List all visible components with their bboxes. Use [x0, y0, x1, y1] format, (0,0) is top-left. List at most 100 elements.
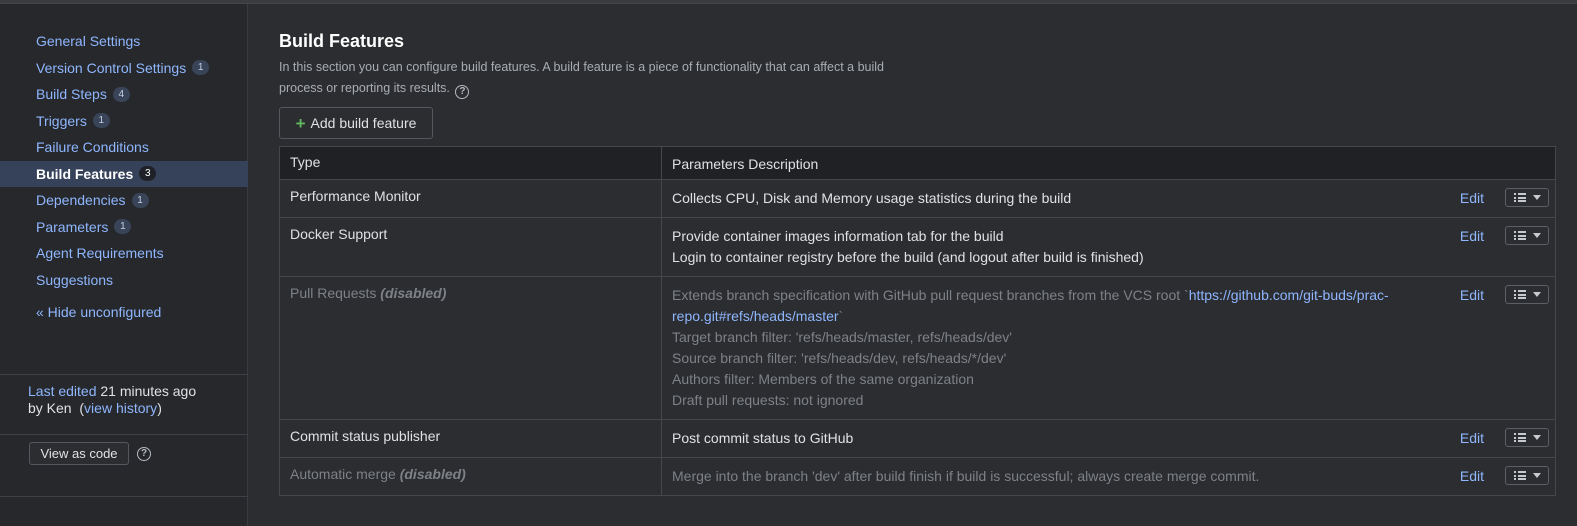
row-actions: Edit	[1460, 285, 1549, 304]
description-line: Merge into the branch 'dev' after build …	[672, 468, 1260, 484]
feature-description: Provide container images information tab…	[662, 218, 1555, 276]
sidebar-item-label: Dependencies	[36, 192, 126, 209]
table-row: Performance Monitor Collects CPU, Disk a…	[280, 179, 1555, 217]
description-lead: Extends branch specification with GitHub…	[672, 287, 1189, 303]
main-content: Build Features In this section you can c…	[249, 4, 1577, 526]
column-header-type: Type	[280, 147, 662, 179]
edit-link[interactable]: Edit	[1460, 228, 1484, 244]
sidebar-item-general-settings[interactable]: General Settings	[0, 28, 248, 55]
sidebar-item-label: Suggestions	[36, 271, 114, 288]
feature-description: Merge into the branch 'dev' after build …	[662, 458, 1555, 495]
chevron-down-icon	[1532, 292, 1541, 297]
description-line: Post commit status to GitHub	[672, 430, 854, 446]
feature-type: Docker Support	[280, 218, 662, 276]
description-line: Source branch filter: 'refs/heads/dev, r…	[672, 350, 1007, 366]
description-line: Collects CPU, Disk and Memory usage stat…	[672, 190, 1072, 206]
plus-icon: +	[295, 113, 306, 133]
view-as-code-button[interactable]: View as code	[29, 442, 129, 465]
description-text: In this section you can configure build …	[279, 60, 885, 95]
feature-type: Performance Monitor	[280, 180, 662, 217]
settings-nav: General Settings Version Control Setting…	[0, 28, 248, 293]
last-edited-time: 21 minutes ago	[100, 383, 197, 399]
last-edited-by: by Ken	[28, 400, 72, 416]
help-icon[interactable]: ?	[455, 85, 470, 99]
row-actions: Edit	[1460, 188, 1549, 207]
row-menu-button[interactable]	[1505, 226, 1549, 245]
list-icon	[1513, 433, 1526, 442]
sidebar-item-label: Failure Conditions	[36, 139, 149, 156]
last-edited-info: Last edited 21 minutes ago by Ken (view …	[28, 383, 197, 416]
row-menu-button[interactable]	[1505, 466, 1549, 485]
edit-link[interactable]: Edit	[1460, 430, 1484, 446]
divider	[0, 496, 248, 497]
count-badge: 4	[112, 86, 130, 102]
description-line: Target branch filter: 'refs/heads/master…	[672, 329, 1012, 345]
sidebar-item-failure-conditions[interactable]: Failure Conditions	[0, 134, 248, 161]
divider	[0, 434, 248, 435]
feature-description: Post commit status to GitHub	[662, 420, 1555, 457]
row-menu-button[interactable]	[1505, 188, 1549, 207]
table-row: Docker Support Provide container images …	[280, 217, 1555, 276]
edit-link[interactable]: Edit	[1460, 190, 1484, 206]
feature-type: Automatic merge (disabled)	[280, 458, 662, 495]
count-badge: 1	[131, 192, 149, 208]
help-icon[interactable]: ?	[137, 447, 151, 461]
sidebar-item-agent-requirements[interactable]: Agent Requirements	[0, 240, 248, 267]
table-row: Pull Requests (disabled) Extends branch …	[280, 276, 1555, 419]
sidebar-item-label: Build Steps	[36, 86, 107, 103]
sidebar-item-label: Agent Requirements	[36, 245, 164, 262]
sidebar-item-label: Version Control Settings	[36, 59, 187, 76]
sidebar-item-build-steps[interactable]: Build Steps 4	[0, 81, 248, 108]
table-row: Commit status publisher Post commit stat…	[280, 419, 1555, 457]
edit-link[interactable]: Edit	[1460, 287, 1484, 303]
add-build-feature-label: Add build feature	[310, 115, 417, 131]
feature-type-label: Automatic merge	[290, 466, 396, 482]
chevron-down-icon	[1532, 473, 1541, 478]
last-edited-link[interactable]: Last edited	[28, 383, 97, 399]
sidebar-item-parameters[interactable]: Parameters 1	[0, 214, 248, 241]
hide-unconfigured-link[interactable]: « Hide unconfigured	[36, 304, 161, 320]
section-description: In this section you can configure build …	[279, 57, 919, 99]
description-line: Provide container images information tab…	[672, 228, 1004, 244]
count-badge: 1	[192, 60, 210, 76]
description-line: Authors filter: Members of the same orga…	[672, 371, 974, 387]
table-header: Type Parameters Description	[280, 147, 1555, 179]
description-line: Extends branch specification with GitHub…	[672, 285, 1405, 327]
row-actions: Edit	[1460, 226, 1549, 245]
description-lead-end: `	[838, 308, 844, 324]
list-icon	[1513, 471, 1526, 480]
sidebar-item-build-features[interactable]: Build Features 3	[0, 160, 248, 187]
sidebar-item-triggers[interactable]: Triggers 1	[0, 108, 248, 135]
edit-link[interactable]: Edit	[1460, 468, 1484, 484]
row-menu-button[interactable]	[1505, 428, 1549, 447]
feature-type-label: Pull Requests	[290, 285, 377, 301]
sidebar-item-label: Parameters	[36, 218, 109, 235]
disabled-tag: (disabled)	[380, 285, 447, 301]
sidebar-item-suggestions[interactable]: Suggestions	[0, 267, 248, 294]
list-icon	[1513, 231, 1526, 240]
description-line: Login to container registry before the b…	[672, 249, 1144, 265]
row-actions: Edit	[1460, 428, 1549, 447]
disabled-tag: (disabled)	[399, 466, 466, 482]
description-line: Draft pull requests: not ignored	[672, 392, 864, 408]
sidebar-item-dependencies[interactable]: Dependencies 1	[0, 187, 248, 214]
feature-description: Collects CPU, Disk and Memory usage stat…	[662, 180, 1555, 217]
sidebar-item-label: General Settings	[36, 33, 141, 50]
sidebar-item-label: Build Features	[36, 165, 134, 182]
chevron-down-icon	[1532, 195, 1541, 200]
count-badge: 1	[92, 113, 110, 129]
row-menu-button[interactable]	[1505, 285, 1549, 304]
feature-type: Commit status publisher	[280, 420, 662, 457]
add-build-feature-button[interactable]: + Add build feature	[279, 107, 433, 139]
view-history-link[interactable]: view history	[84, 400, 157, 416]
chevron-down-icon	[1532, 435, 1541, 440]
feature-type: Pull Requests (disabled)	[280, 277, 662, 419]
chevron-down-icon	[1532, 233, 1541, 238]
row-actions: Edit	[1460, 466, 1549, 485]
build-features-table: Type Parameters Description Performance …	[279, 146, 1556, 496]
count-badge: 1	[114, 219, 132, 235]
sidebar-item-version-control-settings[interactable]: Version Control Settings 1	[0, 55, 248, 82]
page-title: Build Features	[279, 31, 405, 51]
sidebar: General Settings Version Control Setting…	[0, 4, 248, 526]
divider	[0, 374, 248, 375]
